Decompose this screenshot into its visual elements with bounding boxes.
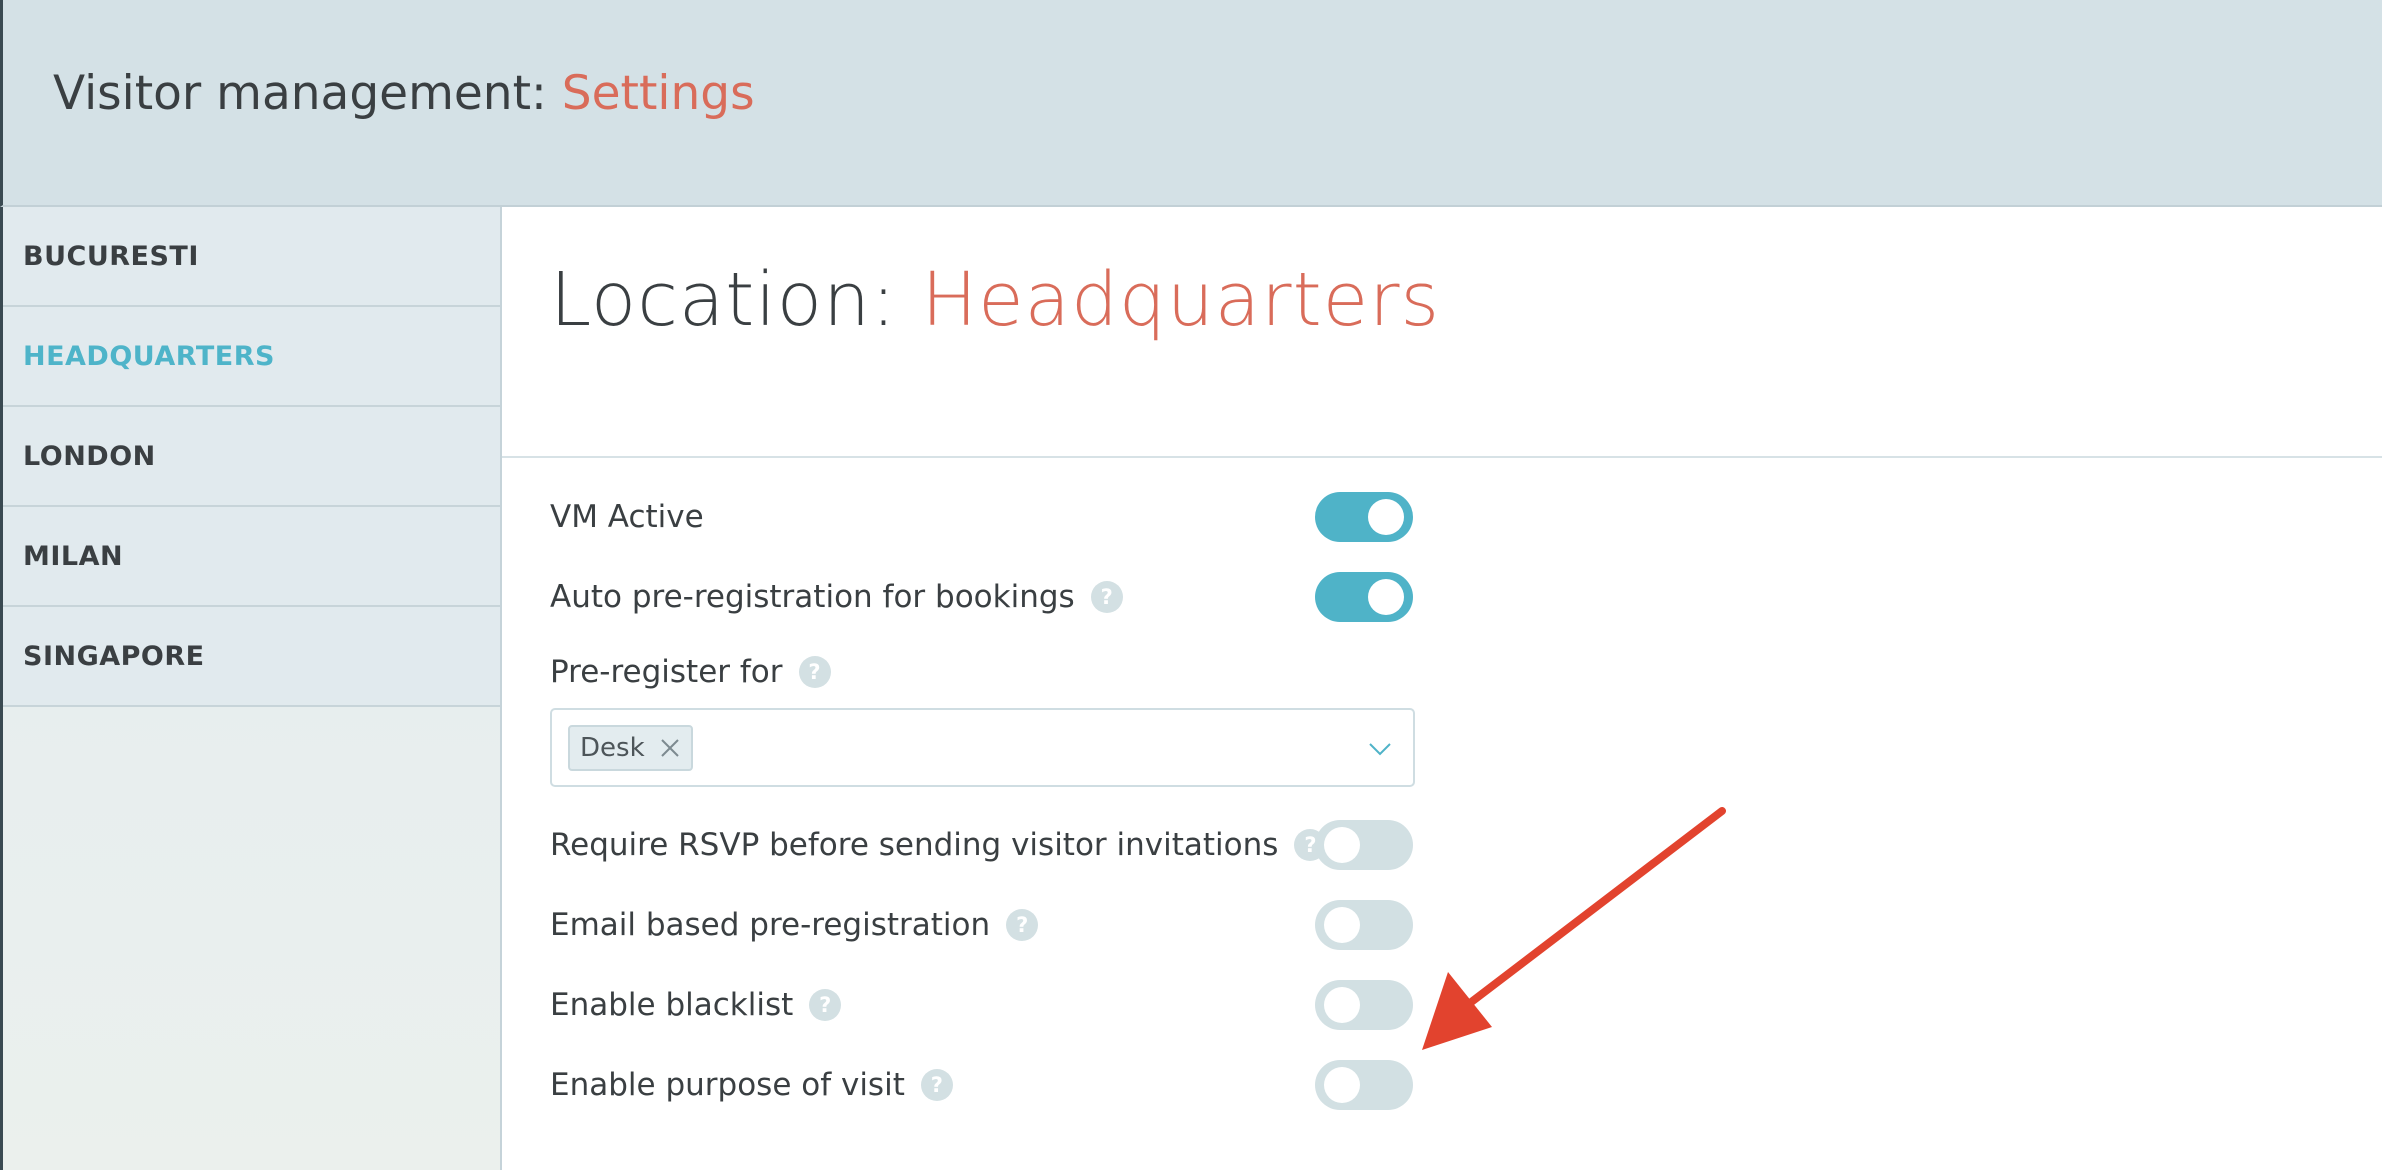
chevron-down-icon[interactable] [1367, 736, 1393, 762]
sidebar-item-label: BUCURESTI [23, 240, 199, 272]
setting-row-blacklist: Enable blacklist ? [550, 980, 1415, 1030]
email-prereg-toggle[interactable] [1315, 900, 1413, 950]
location-sidebar: BUCURESTI HEADQUARTERS LONDON MILAN SING… [0, 207, 502, 1170]
sidebar-item-bucuresti[interactable]: BUCURESTI [3, 207, 500, 307]
sidebar-item-headquarters[interactable]: HEADQUARTERS [3, 307, 500, 407]
blacklist-label: Enable blacklist [550, 987, 794, 1023]
page-title-prefix: Visitor management: [53, 66, 562, 121]
chip-label: Desk [580, 733, 645, 763]
setting-row-auto-prereg: Auto pre-registration for bookings ? [550, 572, 1415, 622]
settings-panel: Location: Headquarters VM Active Auto pr… [502, 207, 2382, 1170]
toggle-knob [1324, 1067, 1360, 1103]
help-icon[interactable]: ? [1006, 909, 1039, 941]
sidebar-item-label: MILAN [23, 540, 124, 572]
vm-active-label: VM Active [550, 499, 704, 535]
selected-chip-desk: Desk [568, 725, 693, 771]
location-title-accent: Headquarters [921, 257, 1441, 343]
setting-row-email-prereg: Email based pre-registration ? [550, 900, 1415, 950]
sidebar-item-singapore[interactable]: SINGAPORE [3, 607, 500, 707]
close-icon[interactable] [659, 737, 681, 759]
location-title-prefix: Location: [550, 257, 922, 343]
toggle-knob [1324, 827, 1360, 863]
require-rsvp-label: Require RSVP before sending visitor invi… [550, 827, 1279, 863]
toggle-knob [1324, 907, 1360, 943]
sidebar-item-label: LONDON [23, 440, 156, 472]
purpose-of-visit-toggle[interactable] [1315, 1060, 1413, 1110]
sidebar-item-london[interactable]: LONDON [3, 407, 500, 507]
blacklist-toggle[interactable] [1315, 980, 1413, 1030]
require-rsvp-toggle[interactable] [1315, 820, 1413, 870]
page-title-accent: Settings [561, 66, 755, 121]
sidebar-item-label: SINGAPORE [23, 640, 205, 672]
page-header: Visitor management: Settings [0, 0, 2382, 207]
sidebar-item-label: HEADQUARTERS [23, 340, 275, 372]
email-prereg-label: Email based pre-registration [550, 907, 991, 943]
help-icon[interactable]: ? [798, 656, 831, 688]
sidebar-item-milan[interactable]: MILAN [3, 507, 500, 607]
help-icon[interactable]: ? [1090, 581, 1123, 613]
preregister-for-label: Pre-register for [550, 654, 783, 690]
toggle-knob [1324, 987, 1360, 1023]
help-icon[interactable]: ? [920, 1069, 953, 1101]
help-icon[interactable]: ? [809, 989, 842, 1021]
setting-row-preregister-for: Pre-register for ? [550, 652, 1415, 692]
toggle-knob [1368, 579, 1404, 615]
setting-row-purpose-of-visit: Enable purpose of visit ? [550, 1060, 1415, 1110]
section-divider [502, 456, 2382, 458]
purpose-of-visit-label: Enable purpose of visit [550, 1067, 905, 1103]
vm-active-toggle[interactable] [1315, 492, 1413, 542]
toggle-knob [1368, 499, 1404, 535]
setting-row-require-rsvp: Require RSVP before sending visitor invi… [550, 820, 1415, 870]
preregister-for-select[interactable]: Desk [550, 708, 1415, 787]
auto-prereg-label: Auto pre-registration for bookings [550, 579, 1075, 615]
location-title: Location: Headquarters [550, 257, 1440, 343]
setting-row-vm-active: VM Active [550, 492, 1415, 542]
auto-prereg-toggle[interactable] [1315, 572, 1413, 622]
page-title: Visitor management: Settings [53, 66, 755, 121]
